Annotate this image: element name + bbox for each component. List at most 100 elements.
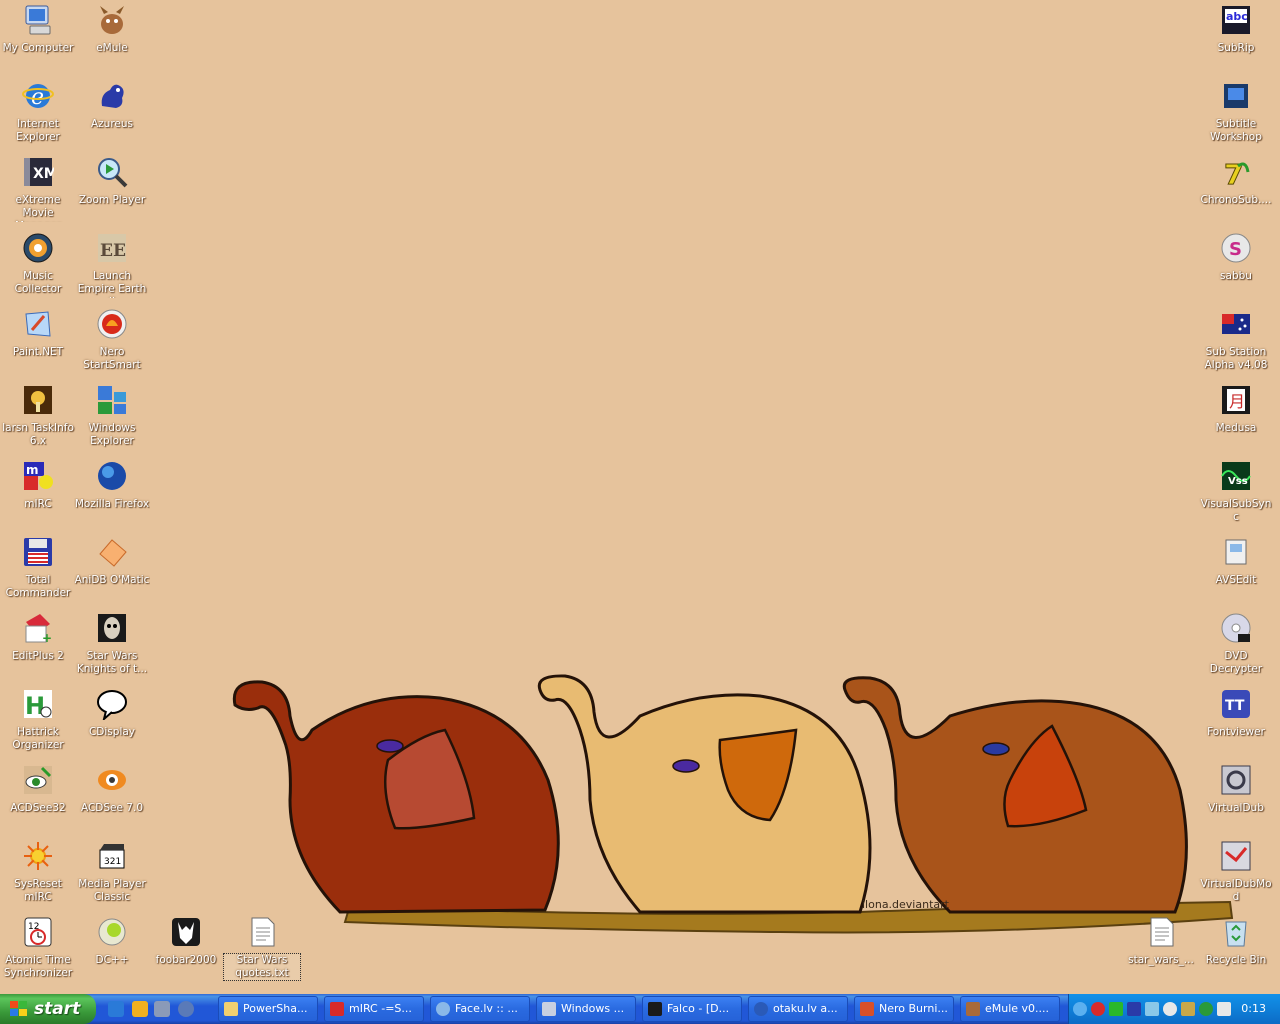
mirc-icon: m — [22, 460, 54, 492]
nero-icon — [96, 308, 128, 340]
desktop-icon-medusa[interactable]: 月 Medusa — [1198, 382, 1274, 454]
clapperboard-icon: 321 — [96, 840, 128, 872]
folder-icon — [224, 1002, 238, 1016]
icon-label: CDisplay — [88, 726, 136, 738]
desktop-icon-zoom-player[interactable]: Zoom Player — [74, 154, 150, 226]
desktop-icon-star-wars-file[interactable]: star_wars_... — [1123, 914, 1199, 986]
taskbar-button-mirc[interactable]: mIRC -=S... — [324, 996, 424, 1022]
sysreset-icon — [22, 840, 54, 872]
desktop-icon-my-computer[interactable]: My Computer — [0, 2, 76, 74]
desktop-icon-dcplusplus[interactable]: DC++ — [74, 914, 150, 986]
icon-label: AniDB O'Matic — [74, 574, 150, 586]
desktop-icon-emule[interactable]: eMule — [74, 2, 150, 74]
icon-label: SubRip — [1217, 42, 1255, 54]
desktop-icon-paint-net[interactable]: Paint.NET — [0, 306, 76, 378]
icon-label: Star Wars quotes.txt — [223, 953, 301, 981]
desktop-icon-total-commander[interactable]: Total Commander — [0, 534, 76, 606]
icon-label: Hattrick Organizer — [12, 726, 64, 751]
magnifier-icon — [96, 156, 128, 188]
icon-label: SysReset mIRC — [14, 878, 62, 903]
desktop-icon-music-collector[interactable]: Music Collector — [0, 230, 76, 302]
desktop-icon-star-wars-quotes-txt[interactable]: Star Wars quotes.txt — [223, 914, 301, 986]
desktop-icon-iarsn-taskinfo[interactable]: Iarsn TaskInfo 6.x — [0, 382, 76, 454]
taskbar-button-falco[interactable]: Falco - [D... — [642, 996, 742, 1022]
desktop-icon-virtualdubmod[interactable]: VirtualDubMod — [1198, 838, 1274, 910]
desktop-icon-virtualdub[interactable]: VirtualDub — [1198, 762, 1274, 834]
quicklaunch-m-icon[interactable] — [178, 1001, 194, 1017]
quicklaunch-mail-icon[interactable] — [154, 1001, 170, 1017]
desktop-icon-fontviewer[interactable]: TT Fontviewer — [1198, 686, 1274, 758]
medusa-icon: 月 — [1220, 384, 1252, 416]
taskbar-button-powershell[interactable]: PowerSha... — [218, 996, 318, 1022]
desktop-icon-cdisplay[interactable]: CDisplay — [74, 686, 150, 758]
tray-nero-icon[interactable] — [1091, 1002, 1105, 1016]
tray-network-icon[interactable] — [1145, 1002, 1159, 1016]
start-label: start — [34, 999, 81, 1019]
tray-clock[interactable]: 0:13 — [1241, 994, 1266, 1024]
desktop-icon-anidb-omatic[interactable]: AniDB O'Matic — [74, 534, 150, 606]
icon-label: DVD Decrypter — [1209, 650, 1263, 675]
tray-display-icon[interactable] — [1217, 1002, 1231, 1016]
tray-expand-icon[interactable] — [1073, 1002, 1087, 1016]
desktop-icon-windows-explorer[interactable]: Windows Explorer — [74, 382, 150, 454]
desktop-icon-mozilla-firefox[interactable]: Mozilla Firefox — [74, 458, 150, 530]
maxthon-icon — [436, 1002, 450, 1016]
desktop-icon-hattrick-organizer[interactable]: H Hattrick Organizer — [0, 686, 76, 758]
svg-text:EE: EE — [100, 241, 126, 261]
icon-label: Paint.NET — [12, 346, 64, 358]
desktop-icon-star-wars-kotor[interactable]: Star Wars Knights of t... — [74, 610, 150, 682]
desktop-icon-acdsee32[interactable]: ACDSee32 — [0, 762, 76, 834]
azureus-frog-icon — [96, 80, 128, 112]
foobar-icon — [648, 1002, 662, 1016]
desktop-icon-dvd-decrypter[interactable]: DVD Decrypter — [1198, 610, 1274, 682]
desktop-icon-atomic-time-synchronizer[interactable]: 12 Atomic Time Synchronizer — [0, 914, 76, 986]
tray-green-icon[interactable] — [1109, 1002, 1123, 1016]
desktop-icon-extreme-movie-manager[interactable]: XM eXtreme Movie Manager — [0, 154, 76, 226]
desktop-icon-subrip[interactable]: abc SubRip — [1198, 2, 1274, 74]
desktop-icon-mirc[interactable]: m mIRC — [0, 458, 76, 530]
desktop-icon-avsedit[interactable]: AVSEdit — [1198, 534, 1274, 606]
system-tray: 0:13 — [1068, 994, 1280, 1024]
taskbar-button-face-lv[interactable]: Face.lv :: ... — [430, 996, 530, 1022]
icon-label: Iarsn TaskInfo 6.x — [2, 422, 74, 447]
taskbar-button-nero[interactable]: Nero Burni... — [854, 996, 954, 1022]
icon-label: mIRC — [24, 498, 52, 510]
taskbar-button-emule[interactable]: eMule v0.... — [960, 996, 1060, 1022]
svg-text:m: m — [26, 463, 39, 477]
desktop-icon-recycle-bin[interactable]: Recycle Bin — [1198, 914, 1274, 986]
icon-label: foobar2000 — [155, 954, 217, 966]
tray-globe-icon[interactable] — [1199, 1002, 1213, 1016]
icon-label: Media Player Classic — [78, 878, 146, 903]
desktop-icon-sysreset-mirc[interactable]: SysReset mIRC — [0, 838, 76, 910]
desktop-icon-editplus[interactable]: + EditPlus 2 — [0, 610, 76, 682]
icon-label: ACDSee32 — [10, 802, 66, 814]
quicklaunch-ie-icon[interactable] — [108, 1001, 124, 1017]
desktop-icon-chronosub[interactable]: 7 ChronoSub.... — [1198, 154, 1274, 226]
desktop-icon-empire-earth-2[interactable]: EE Launch Empire Earth II — [74, 230, 150, 302]
tray-clock-icon[interactable] — [1163, 1002, 1177, 1016]
virtualdubmod-icon — [1220, 840, 1252, 872]
desktop-icon-azureus[interactable]: Azureus — [74, 78, 150, 150]
internet-explorer-icon: e — [22, 80, 54, 112]
quicklaunch-zap-icon[interactable] — [132, 1001, 148, 1017]
desktop-icon-foobar2000[interactable]: foobar2000 — [148, 914, 224, 986]
tray-azureus-icon[interactable] — [1127, 1002, 1141, 1016]
desktop-icon-sub-station-alpha[interactable]: Sub Station Alpha v4.08 — [1198, 306, 1274, 378]
subrip-icon: abc — [1220, 4, 1252, 36]
desktop-icon-visualsubsync[interactable]: Vss VisualSubSync — [1198, 458, 1274, 530]
desktop-icon-sabbu[interactable]: S sabbu — [1198, 230, 1274, 302]
firefox-globe-icon — [96, 460, 128, 492]
tray-tools-icon[interactable] — [1181, 1002, 1195, 1016]
taskbar-button-otaku[interactable]: otaku.lv a... — [748, 996, 848, 1022]
desktop-icon-acdsee-7[interactable]: ACDSee 7.0 — [74, 762, 150, 834]
desktop-icon-nero-startsmart[interactable]: Nero StartSmart — [74, 306, 150, 378]
desktop-icon-media-player-classic[interactable]: 321 Media Player Classic — [74, 838, 150, 910]
svg-text:S: S — [1229, 239, 1242, 260]
icon-label: star_wars_... — [1128, 954, 1194, 966]
svg-text:Vss: Vss — [1228, 476, 1248, 487]
desktop-icon-internet-explorer[interactable]: e Internet Explorer — [0, 78, 76, 150]
desktop-icon-subtitle-workshop[interactable]: Subtitle Workshop — [1198, 78, 1274, 150]
taskbar-button-windows[interactable]: Windows ... — [536, 996, 636, 1022]
start-button[interactable]: start — [0, 994, 96, 1024]
virtualdub-icon — [1220, 764, 1252, 796]
